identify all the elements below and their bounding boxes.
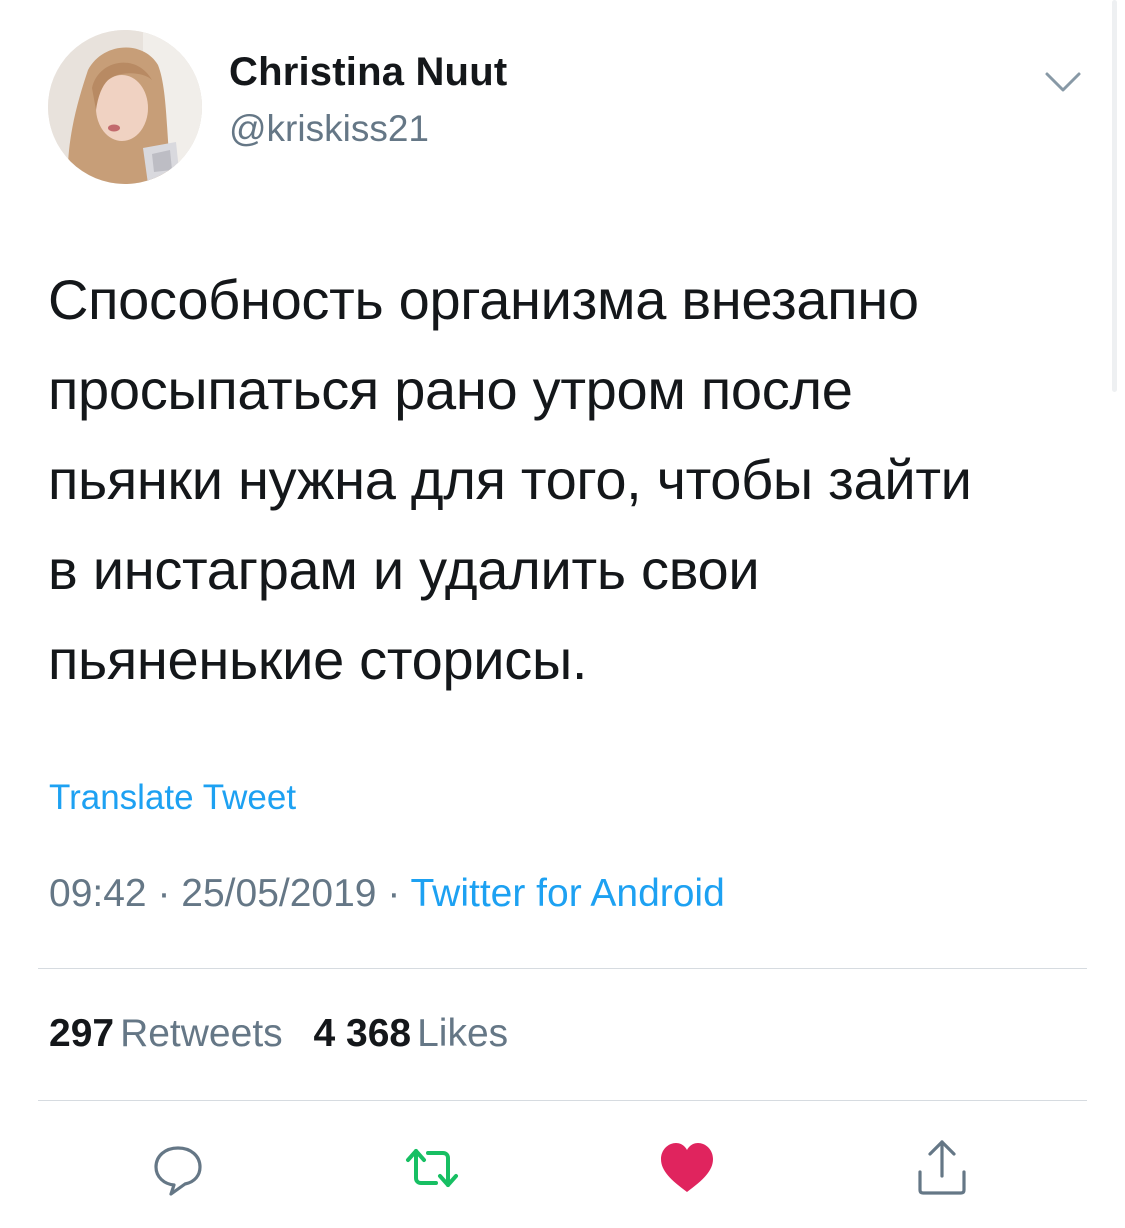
scrollbar[interactable] — [1112, 0, 1117, 392]
divider — [38, 1100, 1087, 1101]
retweet-icon — [406, 1149, 458, 1187]
reply-button[interactable] — [148, 1138, 208, 1198]
chevron-down-icon[interactable] — [1043, 68, 1083, 96]
tweet-meta: 09:42 · 25/05/2019 · Twitter for Android — [49, 872, 725, 916]
profile-photo — [48, 30, 202, 184]
retweets-count: 297 — [49, 1012, 115, 1055]
share-button[interactable] — [912, 1138, 972, 1198]
divider — [38, 968, 1087, 969]
avatar[interactable] — [48, 30, 202, 184]
heart-icon — [661, 1143, 713, 1192]
tweet-source-link[interactable]: Twitter for Android — [410, 872, 724, 915]
user-handle[interactable]: @kriskiss21 — [229, 108, 429, 150]
retweets-stat[interactable]: 297 Retweets — [49, 1012, 283, 1055]
tweet-text: Способность организма внезапно просыпать… — [48, 268, 972, 691]
reply-icon — [154, 1146, 202, 1196]
likes-count: 4 368 — [313, 1012, 412, 1055]
share-icon — [918, 1140, 966, 1195]
likes-stat[interactable]: 4 368 Likes — [314, 1012, 509, 1055]
meta-separator: · — [387, 872, 401, 915]
likes-label: Likes — [417, 1012, 509, 1055]
tweet-time: 09:42 — [49, 872, 147, 915]
retweet-button[interactable] — [402, 1138, 462, 1198]
translate-tweet-link[interactable]: Translate Tweet — [49, 778, 296, 818]
tweet-stats: 297 Retweets 4 368 Likes — [49, 1012, 508, 1056]
meta-separator: · — [157, 872, 171, 915]
retweets-label: Retweets — [120, 1012, 283, 1055]
display-name[interactable]: Christina Nuut — [229, 50, 507, 95]
like-button[interactable] — [657, 1138, 717, 1198]
tweet-date: 25/05/2019 — [181, 872, 377, 915]
